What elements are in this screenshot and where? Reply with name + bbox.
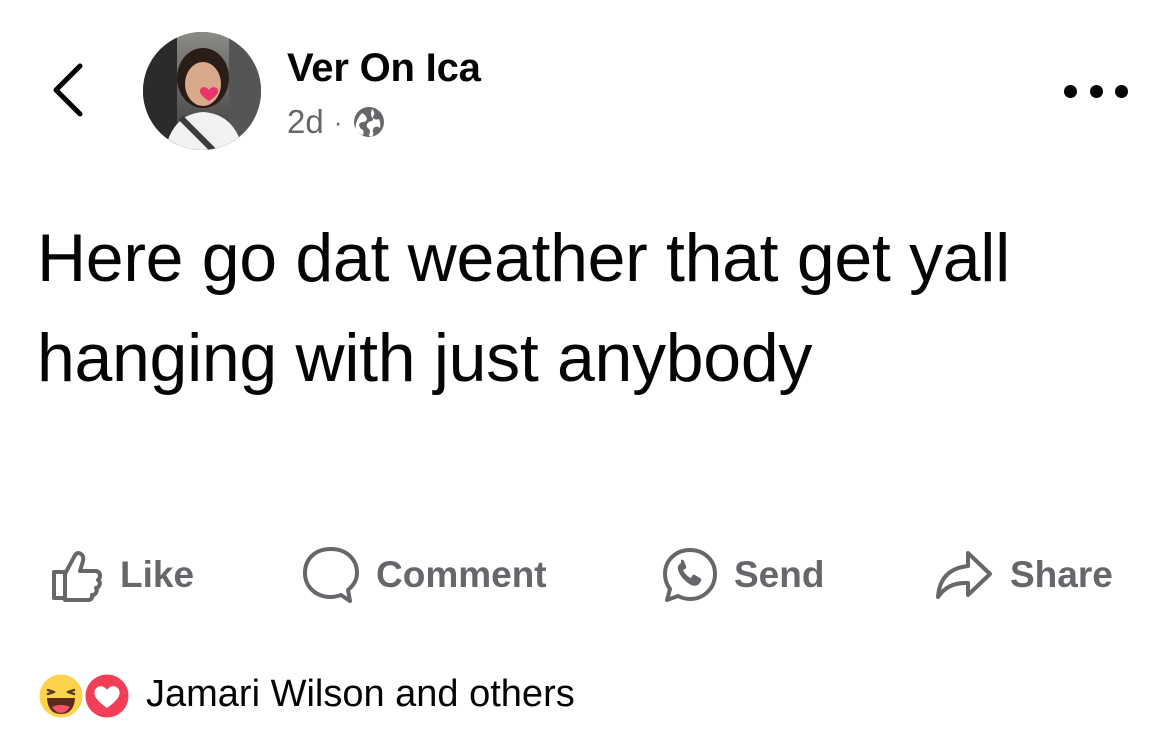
thumbs-up-icon	[52, 551, 102, 602]
more-options-button[interactable]	[1064, 76, 1128, 106]
author-name[interactable]: Ver On Ica	[287, 44, 481, 92]
share-button[interactable]: Share	[932, 540, 1113, 610]
comment-label: Comment	[376, 554, 547, 595]
ellipsis-icon-dot	[1064, 84, 1077, 98]
comment-bubble-icon	[303, 547, 359, 603]
globe-icon	[354, 107, 385, 137]
chevron-left-icon	[53, 63, 83, 117]
send-label: Send	[734, 554, 825, 595]
messenger-icon	[663, 548, 717, 602]
reactions-summary-text: Jamari Wilson and others	[146, 672, 575, 715]
like-label: Like	[120, 554, 195, 595]
share-arrow-icon	[936, 551, 992, 599]
share-label: Share	[1010, 554, 1113, 595]
action-bar: Like Comment Send Share	[0, 540, 1170, 610]
reactions-summary[interactable]: Jamari Wilson and others	[36, 664, 575, 724]
love-reaction-icon	[82, 671, 132, 721]
profile-photo	[143, 32, 261, 150]
ellipsis-icon-dot	[1115, 84, 1128, 98]
reaction-icons	[36, 666, 136, 722]
haha-reaction-icon	[36, 671, 86, 721]
ellipsis-icon-dot	[1089, 84, 1103, 98]
post-text: Here go dat weather that get yall hangin…	[37, 220, 1010, 396]
like-button[interactable]: Like	[48, 540, 194, 610]
post-time[interactable]: 2d	[287, 103, 324, 141]
meta-separator: ·	[333, 106, 343, 137]
post-meta: 2d ·	[287, 100, 386, 144]
send-button[interactable]: Send	[660, 540, 824, 610]
comment-button[interactable]: Comment	[300, 540, 547, 610]
avatar[interactable]	[143, 32, 261, 150]
back-button[interactable]	[44, 58, 94, 122]
